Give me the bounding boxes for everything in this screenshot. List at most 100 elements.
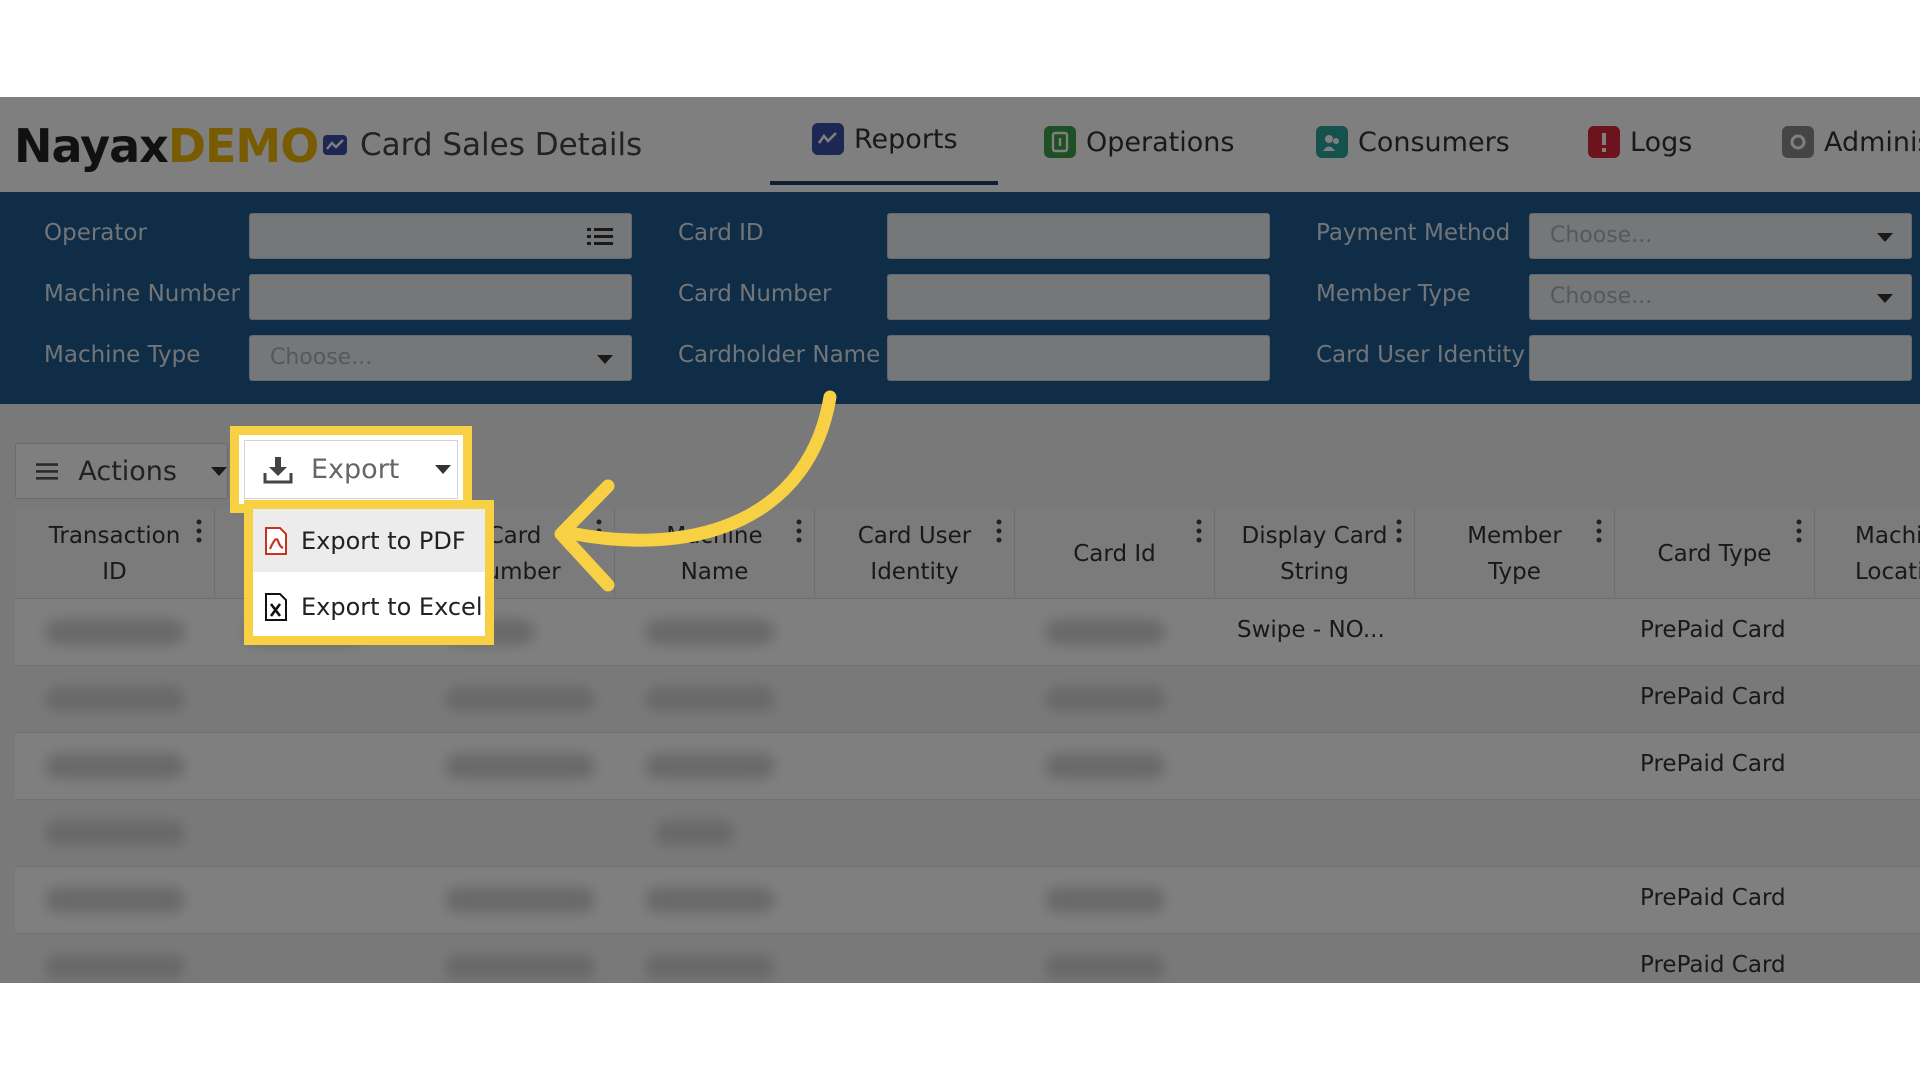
screenshot-stage: NayaxDEMO Card Sales Details Reports Ope…: [0, 0, 1920, 1080]
member-type-label: Member Type: [1316, 281, 1471, 307]
blurred-cell: [1045, 619, 1165, 645]
kebab-icon[interactable]: [1796, 519, 1802, 545]
chart-line-icon: [812, 123, 844, 155]
nav-administration-label: Adminis: [1824, 126, 1920, 158]
card-user-identity-input[interactable]: [1529, 335, 1912, 381]
card-type-cell: PrePaid Card: [1640, 885, 1786, 911]
menu-icon: [36, 463, 59, 480]
nav-consumers-label: Consumers: [1358, 126, 1510, 158]
list-icon[interactable]: [587, 227, 613, 247]
table-row[interactable]: [15, 800, 1920, 867]
card-id-input[interactable]: [887, 213, 1270, 259]
card-number-input[interactable]: [887, 274, 1270, 320]
report-icon: [323, 135, 347, 155]
blurred-cell: [1045, 753, 1165, 779]
nav-administration[interactable]: Adminis: [1782, 122, 1920, 162]
column-header[interactable]: Card Type: [1615, 509, 1815, 599]
nav-logs[interactable]: Logs: [1588, 122, 1692, 162]
page-title: Card Sales Details: [322, 127, 642, 163]
chevron-down-icon: [1877, 233, 1893, 242]
blurred-cell: [655, 820, 735, 846]
kebab-icon[interactable]: [1396, 519, 1402, 545]
filter-panel: Operator Machine Number Machine Type Cho…: [0, 192, 1920, 404]
member-type-select[interactable]: Choose...: [1529, 274, 1912, 320]
cardholder-name-input[interactable]: [887, 335, 1270, 381]
chevron-down-icon: [1877, 294, 1893, 303]
table-row[interactable]: PrePaid Card: [15, 733, 1920, 800]
column-header-line1: Machi: [1855, 523, 1920, 549]
operator-input[interactable]: [249, 213, 632, 259]
machine-type-placeholder: Choose...: [270, 345, 373, 370]
card-id-label: Card ID: [678, 220, 764, 246]
card-number-label: Card Number: [678, 281, 832, 307]
actions-button-label: Actions: [78, 455, 177, 487]
chevron-down-icon: [211, 466, 227, 476]
blurred-cell: [45, 686, 185, 712]
kebab-icon[interactable]: [996, 519, 1002, 545]
blurred-cell: [645, 887, 775, 913]
blurred-cell: [645, 619, 775, 645]
column-header[interactable]: Machine Name: [615, 509, 815, 599]
admin-icon: [1782, 126, 1814, 158]
blurred-cell: [445, 753, 595, 779]
nav-operations-label: Operations: [1086, 126, 1235, 158]
pdf-file-icon: [265, 526, 287, 555]
export-to-excel-item[interactable]: Export to Excel: [253, 575, 485, 638]
column-header[interactable]: Machi Locatio: [1815, 509, 1920, 599]
payment-method-label: Payment Method: [1316, 220, 1511, 246]
machine-type-label: Machine Type: [44, 342, 201, 368]
nav-operations[interactable]: Operations: [1044, 122, 1234, 162]
nav-consumers[interactable]: Consumers: [1316, 122, 1510, 162]
column-header-line1: Machine: [666, 523, 763, 549]
column-header[interactable]: Display Card String: [1215, 509, 1415, 599]
logo-demo: DEMO: [167, 119, 319, 173]
kebab-icon[interactable]: [596, 519, 602, 545]
operator-label: Operator: [44, 220, 147, 246]
chevron-down-icon: [597, 355, 613, 364]
nayax-logo[interactable]: NayaxDEMO: [14, 119, 319, 173]
column-header-line1: Display Card: [1241, 523, 1388, 549]
blurred-cell: [45, 753, 185, 779]
column-header-line2: Identity: [870, 559, 959, 585]
column-header-line1: Card Type: [1657, 541, 1772, 567]
kebab-icon[interactable]: [796, 519, 802, 545]
blurred-cell: [45, 954, 185, 980]
export-button[interactable]: Export: [244, 440, 458, 499]
display-card-string-cell: Swipe - NO...: [1237, 617, 1385, 643]
column-header-line1: Card Id: [1073, 541, 1156, 567]
export-button-label: Export: [311, 454, 400, 485]
column-header[interactable]: Card Id: [1015, 509, 1215, 599]
column-header-line1: Card: [487, 523, 542, 549]
table-row[interactable]: PrePaid Card: [15, 867, 1920, 934]
top-header: NayaxDEMO Card Sales Details Reports Ope…: [0, 97, 1920, 192]
machine-type-select[interactable]: Choose...: [249, 335, 632, 381]
column-header[interactable]: Member Type: [1415, 509, 1615, 599]
nav-reports[interactable]: Reports: [812, 119, 958, 159]
table-row[interactable]: PrePaid Card: [15, 934, 1920, 983]
blurred-cell: [45, 820, 185, 846]
column-header-line2: ID: [102, 559, 127, 585]
blurred-cell: [1045, 954, 1165, 980]
blurred-cell: [1045, 686, 1165, 712]
actions-button[interactable]: Actions: [15, 443, 228, 499]
blurred-cell: [645, 954, 775, 980]
payment-method-select[interactable]: Choose...: [1529, 213, 1912, 259]
table-row[interactable]: PrePaid Card: [15, 666, 1920, 733]
blurred-cell: [645, 753, 775, 779]
kebab-icon[interactable]: [1596, 519, 1602, 545]
blurred-cell: [1045, 887, 1165, 913]
machine-number-input[interactable]: [249, 274, 632, 320]
app-window: NayaxDEMO Card Sales Details Reports Ope…: [0, 97, 1920, 983]
column-header-line1: Card User: [857, 523, 972, 549]
payment-method-placeholder: Choose...: [1550, 223, 1653, 248]
column-header-line1: Member: [1467, 523, 1562, 549]
column-header-line2: String: [1280, 559, 1349, 585]
column-header[interactable]: Card User Identity: [815, 509, 1015, 599]
kebab-icon[interactable]: [196, 519, 202, 545]
card-type-cell: PrePaid Card: [1640, 952, 1786, 978]
excel-file-icon: [265, 592, 287, 621]
kebab-icon[interactable]: [1196, 519, 1202, 545]
export-to-pdf-item[interactable]: Export to PDF: [253, 509, 485, 572]
column-header[interactable]: Transaction ID: [15, 509, 215, 599]
nav-active-indicator: [770, 181, 998, 185]
